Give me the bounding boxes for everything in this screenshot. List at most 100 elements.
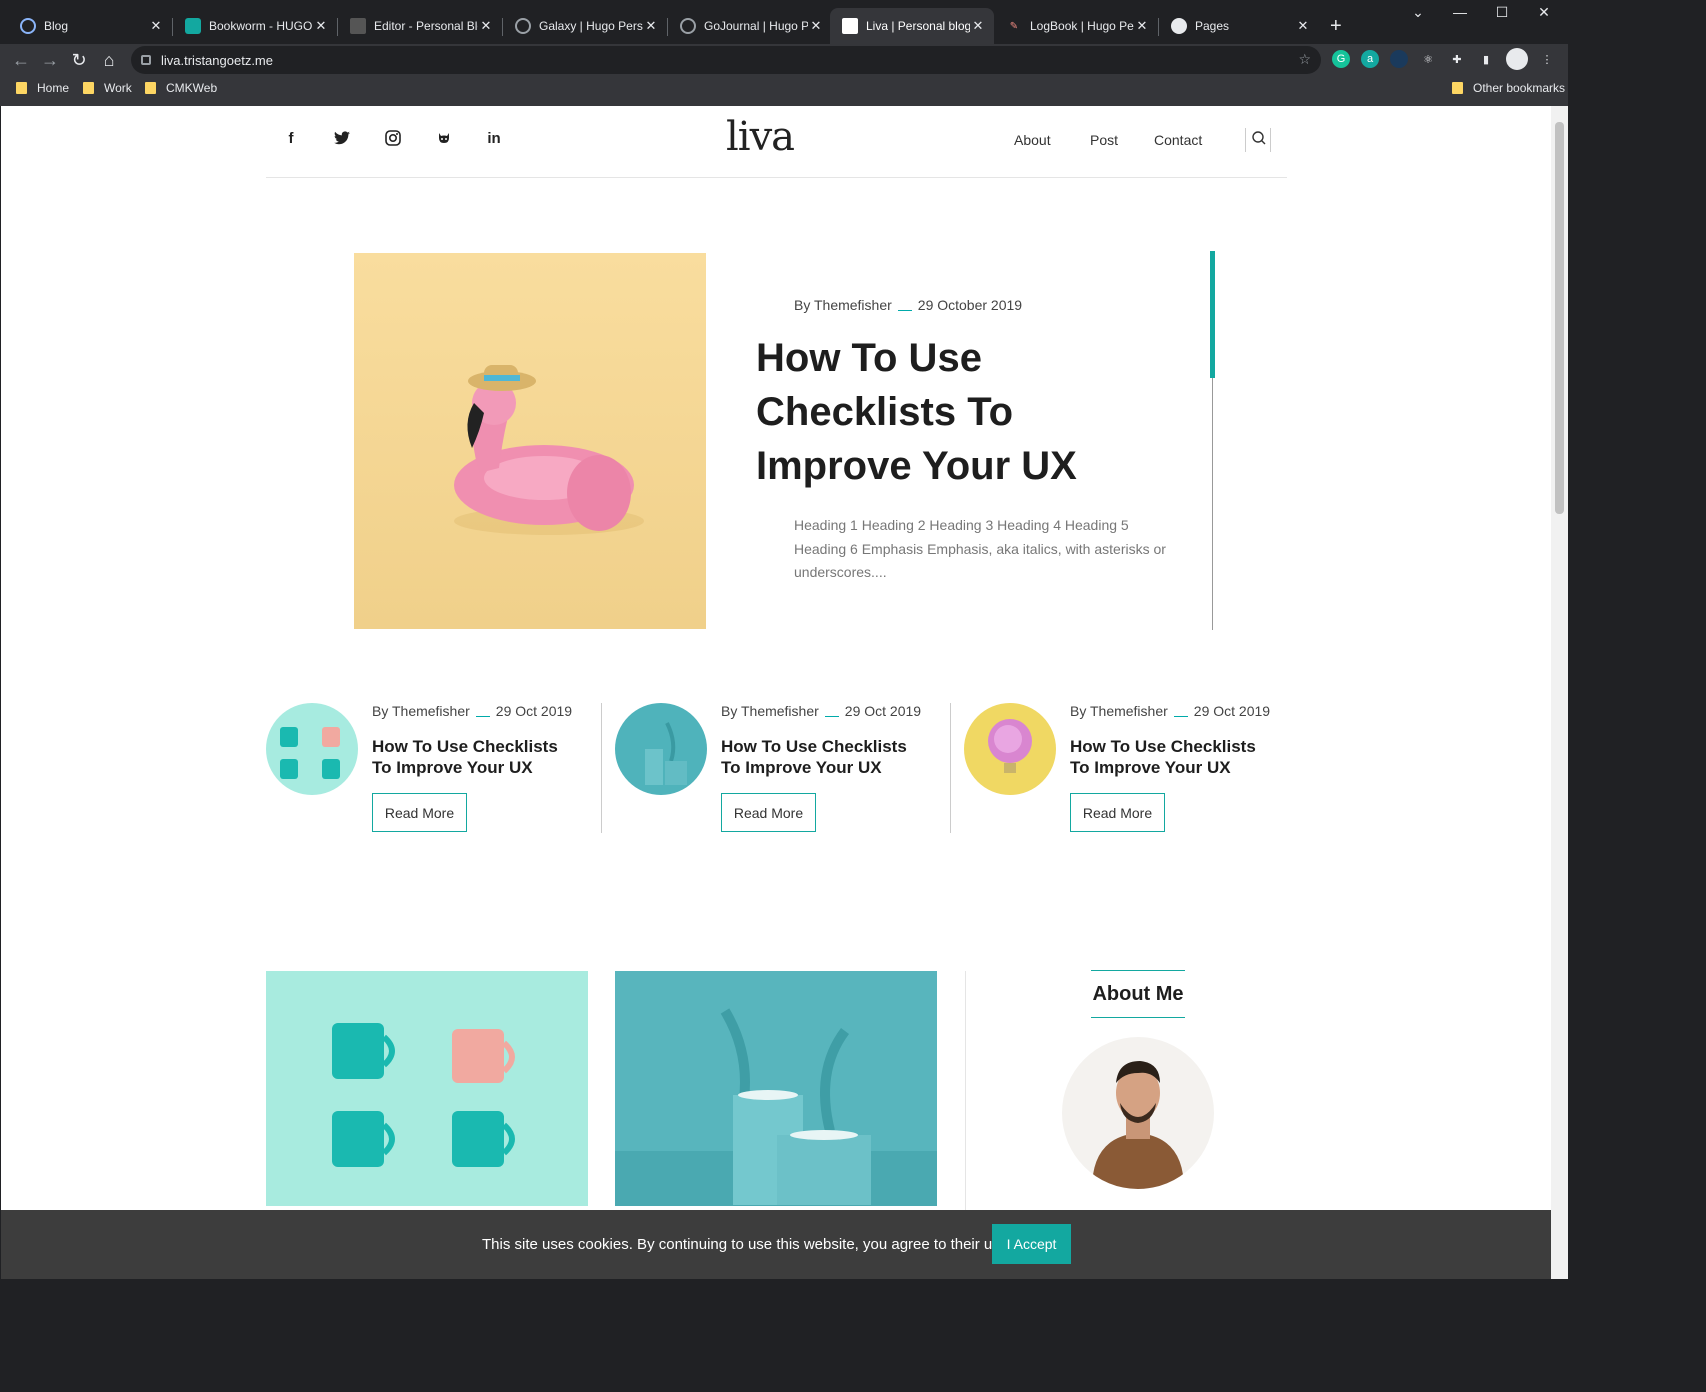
close-tab-icon[interactable]: ✕ <box>478 18 494 34</box>
post-meta: By Themefisher 29 Oct 2019 <box>1070 703 1270 719</box>
twitter-icon[interactable] <box>332 128 352 148</box>
hero-excerpt: Heading 1 Heading 2 Heading 3 Heading 4 … <box>794 517 1166 580</box>
hero-title[interactable]: How To Use Checklists To Improve Your UX <box>756 331 1176 493</box>
folder-icon <box>83 82 94 94</box>
side-panel-icon[interactable]: ▮ <box>1477 50 1495 68</box>
bookmark-cmkweb[interactable]: CMKWeb <box>145 81 217 95</box>
linkedin-icon[interactable]: in <box>484 128 504 148</box>
grammarly-icon[interactable]: G <box>1332 50 1350 68</box>
search-icon[interactable] <box>1245 128 1271 152</box>
read-more-button[interactable]: Read More <box>372 793 467 832</box>
reload-icon[interactable]: ↻ <box>68 50 90 70</box>
instagram-icon[interactable] <box>383 128 403 148</box>
extensions-puzzle-icon[interactable]: ✚ <box>1448 50 1466 68</box>
browser-tab[interactable]: GoJournal | Hugo Personal ✕ <box>668 8 832 44</box>
post-date: 29 Oct 2019 <box>495 703 573 719</box>
back-icon[interactable]: ← <box>10 50 32 70</box>
post-author[interactable]: By Themefisher <box>1070 703 1168 719</box>
close-tab-icon[interactable]: ✕ <box>148 18 164 34</box>
folder-icon <box>1452 82 1463 94</box>
read-more-button[interactable]: Read More <box>1070 793 1165 832</box>
minimize-icon[interactable]: — <box>1440 4 1480 20</box>
scrollbar-thumb[interactable] <box>1555 122 1564 514</box>
github-icon <box>1171 18 1187 34</box>
page-scrollbar[interactable] <box>1551 106 1568 1279</box>
folder-icon <box>145 82 156 94</box>
cookie-banner: This site uses cookies. By continuing to… <box>1 1210 1551 1279</box>
close-window-icon[interactable]: ✕ <box>1524 4 1564 21</box>
nav-contact[interactable]: Contact <box>1154 132 1202 148</box>
hero-accent-bar <box>1210 251 1215 378</box>
facebook-icon[interactable]: f <box>281 128 301 148</box>
hero-date: 29 October 2019 <box>917 297 1023 313</box>
post-meta: By Themefisher 29 Oct 2019 <box>721 703 921 719</box>
bookworm-favicon-icon <box>185 18 201 34</box>
header-divider <box>266 177 1287 178</box>
logbook-favicon-icon: ✎ <box>1009 20 1019 32</box>
kebab-menu-icon[interactable]: ⋮ <box>1538 50 1556 68</box>
browser-tab[interactable]: Blog ✕ <box>8 8 172 44</box>
bookmark-star-icon[interactable]: ☆ <box>1298 51 1311 68</box>
close-tab-icon[interactable]: ✕ <box>970 18 986 34</box>
profile-avatar[interactable] <box>1506 48 1528 70</box>
post-image-podium[interactable] <box>615 971 937 1206</box>
address-bar[interactable]: liva.tristangoetz.me ☆ <box>131 46 1321 74</box>
cookie-message: This site uses cookies. By continuing to… <box>482 1236 1013 1253</box>
about-me-avatar <box>1062 1037 1214 1189</box>
about-me-title: About Me <box>1091 970 1185 1018</box>
close-tab-icon[interactable]: ✕ <box>643 18 659 34</box>
browser-tab[interactable]: Editor - Personal Blog ✕ <box>338 8 502 44</box>
post-author[interactable]: By Themefisher <box>721 703 819 719</box>
hero-image-flamingo[interactable] <box>354 253 706 629</box>
close-tab-icon[interactable]: ✕ <box>313 18 329 34</box>
close-tab-icon[interactable]: ✕ <box>1134 18 1150 34</box>
close-tab-icon[interactable]: ✕ <box>1295 18 1311 34</box>
home-icon[interactable]: ⌂ <box>98 50 120 70</box>
post-date: 29 Oct 2019 <box>844 703 922 719</box>
browser-tab[interactable]: ✎ LogBook | Hugo Personal ✕ <box>994 8 1158 44</box>
webpage: f in liva About Post Contact By Themefis… <box>1 106 1551 1279</box>
post-card: By Themefisher 29 Oct 2019 How To Use Ch… <box>266 703 596 833</box>
nav-about[interactable]: About <box>1014 132 1051 148</box>
browser-tab[interactable]: Pages ✕ <box>1159 8 1319 44</box>
react-devtools-icon[interactable]: ⚛ <box>1419 50 1437 68</box>
meta-dash <box>897 309 912 311</box>
globe-icon <box>680 18 696 34</box>
post-title[interactable]: How To Use Checklists To Improve Your UX <box>372 736 582 778</box>
tab-search-icon[interactable]: ⌄ <box>1398 4 1438 21</box>
post-author[interactable]: By Themefisher <box>372 703 470 719</box>
url-text[interactable]: liva.tristangoetz.me <box>161 53 273 68</box>
site-logo[interactable]: liva <box>726 114 795 160</box>
github-icon[interactable] <box>434 128 454 148</box>
nav-post[interactable]: Post <box>1090 132 1118 148</box>
browser-tab-active[interactable]: Liva | Personal blog template ✕ <box>830 8 994 44</box>
hero-meta: By Themefisher 29 October 2019 <box>794 297 1022 313</box>
extension-icon[interactable] <box>1390 50 1408 68</box>
browser-tab[interactable]: Bookworm - HUGO Blog ✕ <box>173 8 337 44</box>
post-thumbnail-lightbulb[interactable] <box>964 703 1056 795</box>
post-title[interactable]: How To Use Checklists To Improve Your UX <box>1070 736 1280 778</box>
read-more-button[interactable]: Read More <box>721 793 816 832</box>
accept-cookies-button[interactable]: I Accept <box>992 1224 1071 1264</box>
bookmark-work[interactable]: Work <box>83 81 132 95</box>
post-card: By Themefisher 29 Oct 2019 How To Use Ch… <box>615 703 945 833</box>
post-thumbnail-mugs[interactable] <box>266 703 358 795</box>
card-divider <box>950 703 951 833</box>
browser-toolbar: ← → ↻ ⌂ liva.tristangoetz.me ☆ G a ⚛ ✚ ▮… <box>0 44 1568 76</box>
post-title[interactable]: How To Use Checklists To Improve Your UX <box>721 736 931 778</box>
other-bookmarks[interactable]: Other bookmarks <box>1452 81 1565 95</box>
post-image-mugs[interactable] <box>266 971 588 1206</box>
post-thumbnail-podium[interactable] <box>615 703 707 795</box>
maximize-icon[interactable]: ☐ <box>1482 4 1522 21</box>
browser-tab[interactable]: Galaxy | Hugo Personal ✕ <box>503 8 667 44</box>
forward-icon[interactable]: → <box>39 50 61 70</box>
close-tab-icon[interactable]: ✕ <box>808 18 824 34</box>
lock-icon[interactable] <box>141 55 151 65</box>
extension-a-icon[interactable]: a <box>1361 50 1379 68</box>
globe-icon <box>515 18 531 34</box>
tab-strip: Blog ✕ Bookworm - HUGO Blog ✕ Editor - P… <box>0 0 1568 44</box>
hero-author[interactable]: By Themefisher <box>794 297 892 313</box>
new-tab-button[interactable]: + <box>1330 15 1342 38</box>
post-meta: By Themefisher 29 Oct 2019 <box>372 703 572 719</box>
bookmark-home[interactable]: Home <box>16 81 69 95</box>
